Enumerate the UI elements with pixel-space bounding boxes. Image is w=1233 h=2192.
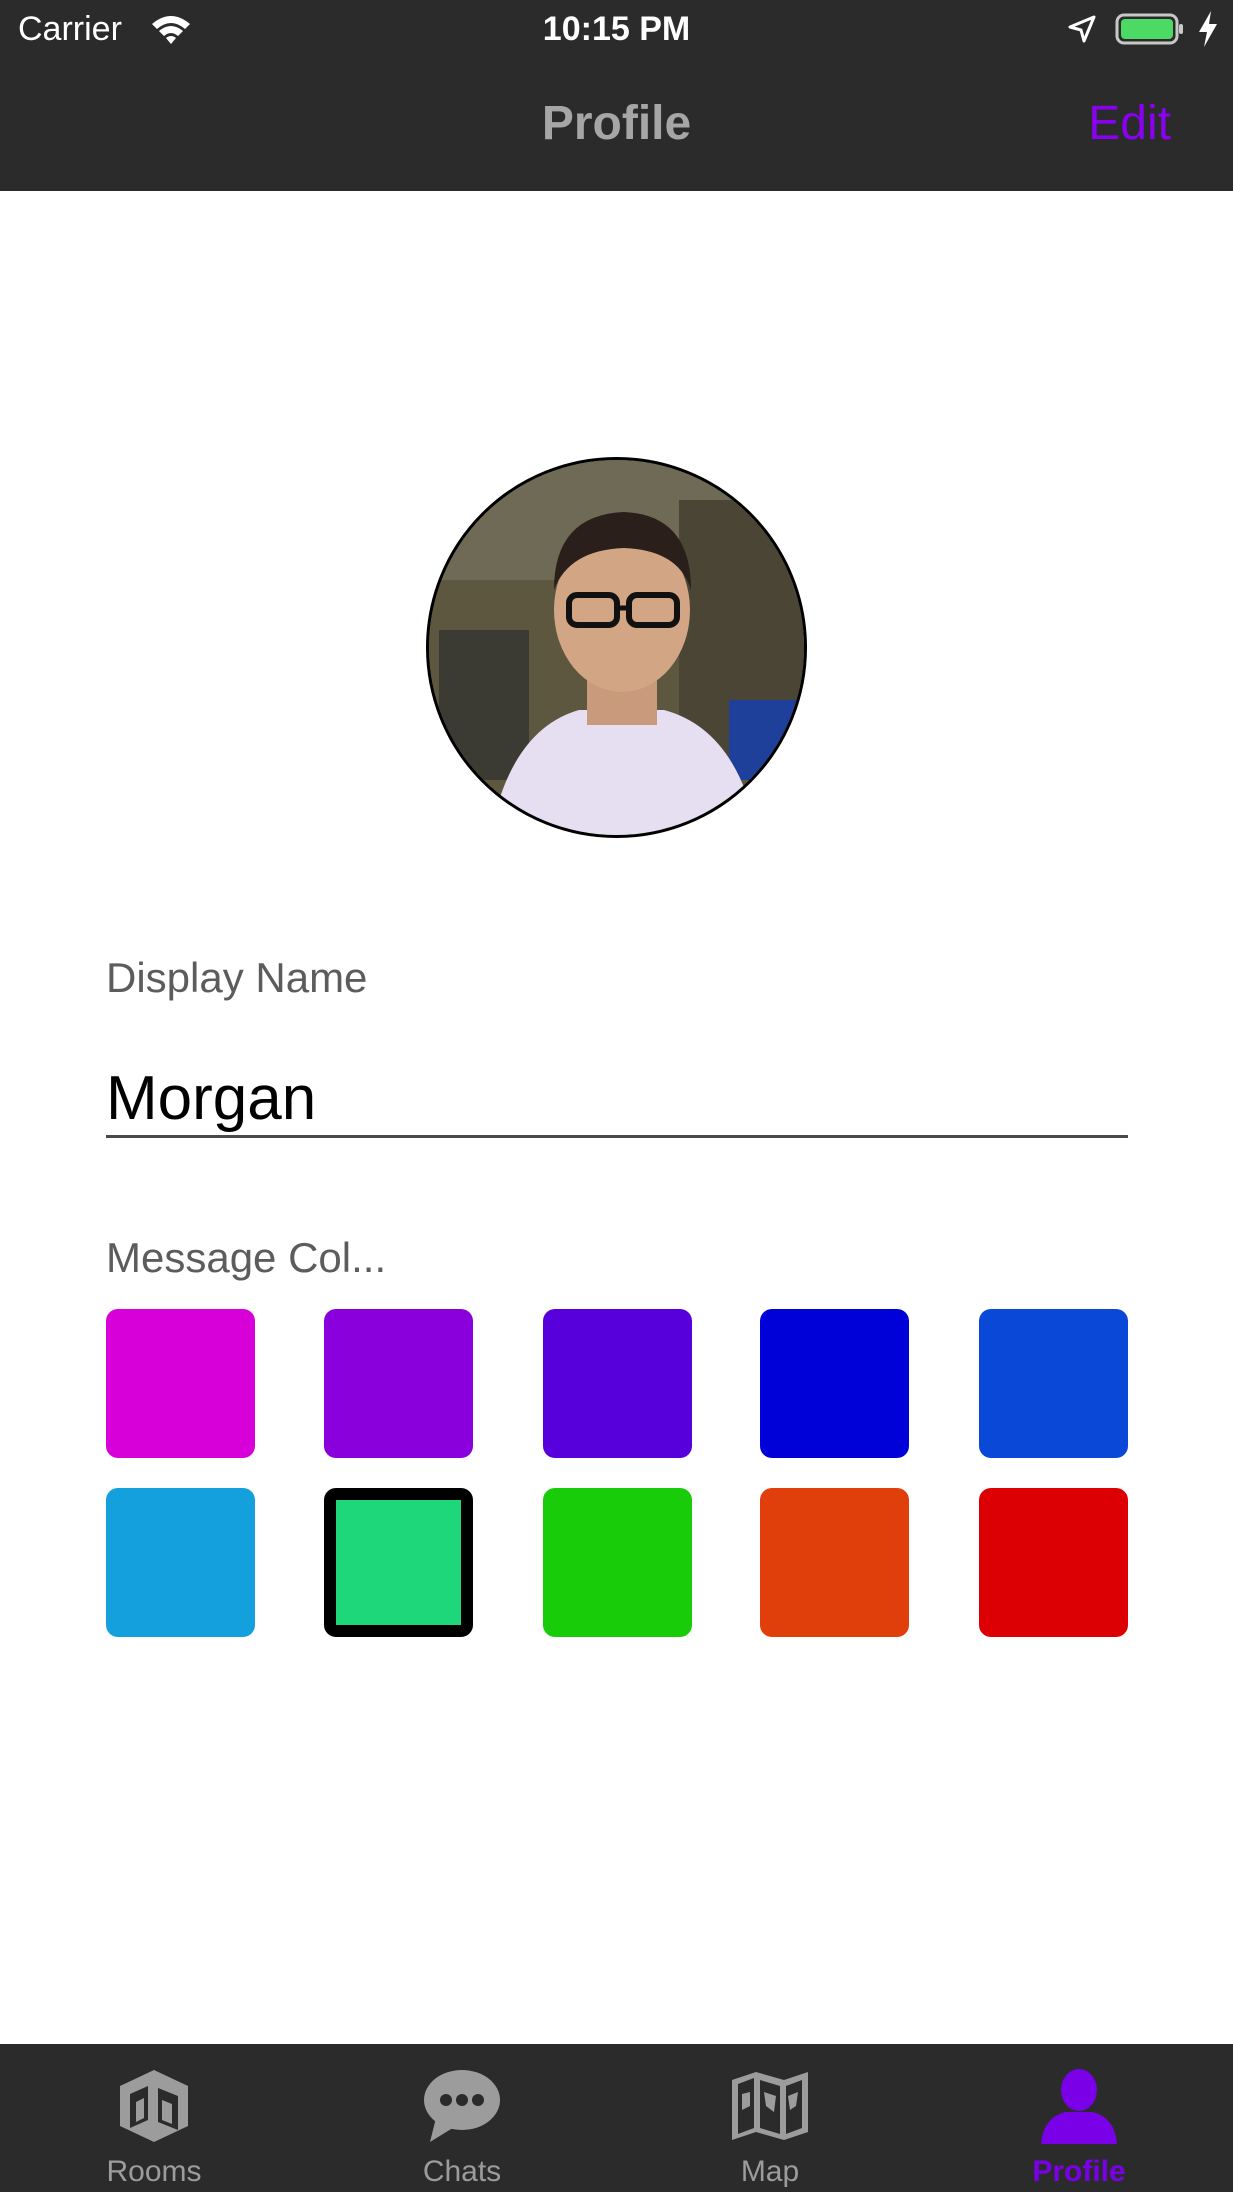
message-color-label: Message Col... xyxy=(106,1234,387,1281)
color-swatch[interactable] xyxy=(106,1309,255,1458)
profile-icon xyxy=(1041,2069,1117,2144)
edit-button[interactable]: Edit xyxy=(1088,96,1171,151)
map-icon xyxy=(732,2072,808,2140)
color-swatch[interactable] xyxy=(979,1488,1128,1637)
tab-rooms[interactable]: Rooms xyxy=(0,2044,308,2192)
tab-chats[interactable]: Chats xyxy=(308,2044,616,2192)
tab-map[interactable]: Map xyxy=(616,2044,924,2192)
battery-icon xyxy=(1115,13,1183,45)
avatar-photo xyxy=(429,460,804,835)
status-time: 10:15 PM xyxy=(542,10,691,48)
avatar[interactable] xyxy=(426,457,807,838)
location-arrow-icon xyxy=(1068,15,1096,43)
color-swatch[interactable] xyxy=(324,1488,473,1637)
rooms-icon xyxy=(120,2070,188,2142)
navigation-bar: Carrier 10:15 PM Profile Edit xyxy=(0,0,1233,191)
color-swatch[interactable] xyxy=(543,1309,692,1458)
profile-screen: Carrier 10:15 PM Profile Edit Display Na… xyxy=(0,0,1233,2192)
chats-icon xyxy=(424,2070,500,2142)
color-swatch[interactable] xyxy=(543,1488,692,1637)
display-name-label: Display Name xyxy=(106,954,368,1001)
tab-bar: Rooms Chats Map Profile xyxy=(0,2044,1233,2192)
color-swatch[interactable] xyxy=(324,1309,473,1458)
page-title: Profile xyxy=(541,97,692,150)
tab-profile-label: Profile xyxy=(1032,2155,1126,2188)
color-swatch[interactable] xyxy=(979,1309,1128,1458)
tab-profile[interactable]: Profile xyxy=(925,2044,1233,2192)
tab-rooms-label: Rooms xyxy=(106,2155,202,2188)
color-swatch[interactable] xyxy=(106,1488,255,1637)
color-swatch[interactable] xyxy=(760,1309,909,1458)
display-name-field[interactable] xyxy=(106,1062,1128,1138)
charging-bolt-icon xyxy=(1199,11,1217,47)
tab-map-label: Map xyxy=(740,2155,800,2188)
tab-chats-label: Chats xyxy=(422,2155,502,2188)
color-swatch[interactable] xyxy=(760,1488,909,1637)
